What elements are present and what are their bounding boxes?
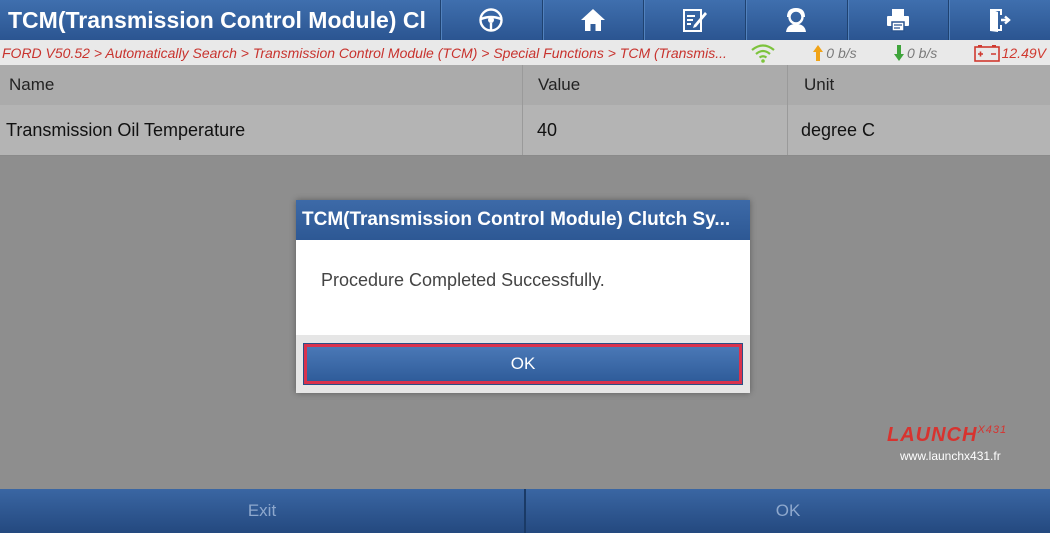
arrow-up-icon: [813, 44, 824, 61]
breadcrumb: FORD V50.52 > Automatically Search > Tra…: [2, 44, 727, 61]
download-rate: 0 b/s: [906, 44, 938, 61]
bottom-bar: Exit OK: [0, 489, 1050, 533]
page-title: TCM(Transmission Control Module) Cl: [8, 6, 426, 33]
download-status: 0 b/s: [893, 44, 937, 62]
brand-name: LAUNCH: [887, 424, 978, 446]
row-name: Transmission Oil Temperature: [0, 105, 523, 155]
upload-status: 0 b/s: [812, 44, 857, 62]
row-unit: degree C: [801, 119, 876, 140]
user-support-button[interactable]: [745, 0, 847, 40]
wifi-icon: [751, 43, 775, 63]
brand-watermark: LAUNCHX431 www.launchx431.fr: [887, 424, 1037, 463]
brand-url: www.launchx431.fr: [900, 449, 1001, 463]
brand-logo: LAUNCHX431: [887, 424, 1037, 447]
dialog-message: Procedure Completed Successfully.: [321, 270, 605, 290]
column-header-unit: Unit: [804, 75, 835, 94]
voltage-status: 12.49V: [973, 44, 1046, 62]
edit-report-icon: [682, 9, 707, 32]
exit-app-button[interactable]: [948, 0, 1050, 40]
home-icon: [581, 9, 605, 31]
voltage-value: 12.49V: [1001, 44, 1046, 61]
row-value: 40: [523, 105, 788, 155]
edit-report-button[interactable]: [643, 0, 745, 40]
dialog-footer: OK: [296, 335, 750, 393]
steering-wheel-button[interactable]: [440, 0, 542, 40]
status-indicators: 0 b/s 0 b/s 12.49V: [750, 43, 1050, 63]
column-header-value: Value: [523, 65, 788, 105]
brand-suffix: X431: [977, 424, 1008, 436]
exit-button[interactable]: Exit: [0, 489, 524, 533]
exit-icon: [989, 9, 1011, 32]
title-bar: TCM(Transmission Control Module) Cl: [0, 0, 1050, 40]
upload-rate: 0 b/s: [826, 44, 857, 61]
wifi-status: [750, 43, 776, 63]
dialog-title: TCM(Transmission Control Module) Clutch …: [296, 200, 750, 240]
home-button[interactable]: [541, 0, 644, 40]
dialog-ok-button[interactable]: OK: [303, 343, 743, 385]
table-header: Name Value Unit: [0, 65, 1050, 105]
battery-icon: [973, 44, 1000, 62]
status-bar: FORD V50.52 > Automatically Search > Tra…: [0, 40, 1050, 65]
print-button[interactable]: [846, 0, 949, 40]
column-header-name: Name: [0, 65, 523, 105]
user-support-icon: [786, 7, 807, 32]
ok-button[interactable]: OK: [524, 489, 1050, 533]
toolbar: [440, 0, 1050, 40]
printer-icon: [887, 9, 910, 32]
arrow-down-icon: [893, 44, 904, 61]
steering-wheel-icon: [479, 8, 504, 32]
data-stream-table: Name Value Unit Transmission Oil Tempera…: [0, 65, 1050, 156]
completion-dialog: TCM(Transmission Control Module) Clutch …: [296, 200, 750, 393]
table-row[interactable]: Transmission Oil Temperature 40 degree C: [0, 105, 1050, 156]
